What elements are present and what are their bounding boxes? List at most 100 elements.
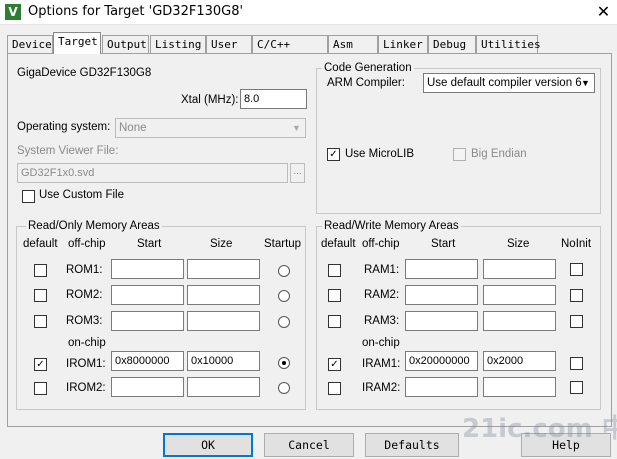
- close-icon[interactable]: ✕: [590, 0, 617, 24]
- rom2-start-input[interactable]: [111, 285, 184, 305]
- tab-output[interactable]: Output: [102, 35, 149, 53]
- ram-onchip-label: on-chip: [362, 337, 400, 349]
- rom1-startup-radio[interactable]: [278, 265, 290, 277]
- iram1-noinit-checkbox[interactable]: [570, 357, 583, 370]
- ram-header-size: Size: [507, 238, 530, 250]
- rom-header-start: Start: [137, 238, 162, 250]
- chevron-down-icon: ▼: [581, 78, 590, 88]
- ram2-default-checkbox[interactable]: [328, 289, 341, 302]
- ram-header-noinit: NoInit: [561, 238, 592, 250]
- irom1-label: IROM1:: [66, 358, 106, 370]
- ram-header-default: default: [321, 238, 356, 250]
- rom-header-offchip: off-chip: [68, 238, 106, 250]
- svd-input[interactable]: GD32F1x0.svd: [17, 163, 288, 183]
- iram2-size-input[interactable]: [483, 377, 556, 397]
- iram2-start-input[interactable]: [405, 377, 478, 397]
- ram2-start-input[interactable]: [405, 285, 478, 305]
- compiler-select[interactable]: Use default compiler version 6 ▼: [423, 73, 595, 93]
- rom3-startup-radio[interactable]: [278, 316, 290, 328]
- iram1-start-input[interactable]: 0x20000000: [405, 351, 478, 371]
- ram-group-title: Read/Write Memory Areas: [322, 220, 461, 232]
- ram2-label: RAM2:: [364, 289, 400, 301]
- os-value: None: [119, 122, 147, 134]
- ok-button[interactable]: OK: [163, 433, 253, 457]
- iram2-label: IRAM2:: [362, 382, 401, 394]
- rom-header-startup: Startup: [264, 238, 302, 250]
- device-name: GigaDevice GD32F130G8: [17, 67, 152, 79]
- rom-onchip-label: on-chip: [68, 337, 106, 349]
- iram2-noinit-checkbox[interactable]: [570, 381, 583, 394]
- rom-header-default: default: [23, 238, 58, 250]
- irom2-label: IROM2:: [66, 382, 106, 394]
- rom3-label: ROM3:: [66, 315, 103, 327]
- custom-file-label: Use Custom File: [39, 189, 124, 201]
- rom1-default-checkbox[interactable]: [34, 264, 47, 277]
- irom2-startup-radio[interactable]: [278, 382, 290, 394]
- irom1-start-input[interactable]: 0x8000000: [111, 351, 184, 371]
- ram1-label: RAM1:: [364, 264, 400, 276]
- tab-utilities[interactable]: Utilities: [476, 35, 541, 53]
- irom2-size-input[interactable]: [187, 377, 260, 397]
- tab-user[interactable]: User: [206, 35, 252, 53]
- ram3-start-input[interactable]: [405, 311, 478, 331]
- ram3-noinit-checkbox[interactable]: [570, 315, 583, 328]
- ram1-noinit-checkbox[interactable]: [570, 263, 583, 276]
- xtal-input[interactable]: 8.0: [240, 89, 307, 109]
- ram-header-offchip: off-chip: [362, 238, 400, 250]
- microlib-label: Use MicroLIB: [345, 148, 415, 160]
- cancel-button[interactable]: Cancel: [264, 433, 354, 457]
- rom2-size-input[interactable]: [187, 285, 260, 305]
- rom1-label: ROM1:: [66, 264, 103, 276]
- rom-group-title: Read/Only Memory Areas: [26, 220, 162, 232]
- rom2-startup-radio[interactable]: [278, 290, 290, 302]
- tab-linker[interactable]: Linker: [378, 35, 428, 53]
- tab-target[interactable]: Target: [53, 32, 101, 54]
- os-label: Operating system:: [17, 121, 111, 133]
- tab-device[interactable]: Device: [7, 35, 53, 53]
- tab-asm[interactable]: Asm: [328, 35, 378, 53]
- rom3-start-input[interactable]: [111, 311, 184, 331]
- keil-uvision-icon: V: [5, 4, 21, 20]
- rom3-default-checkbox[interactable]: [34, 315, 47, 328]
- iram2-default-checkbox[interactable]: [328, 382, 341, 395]
- iram1-size-input[interactable]: 0x2000: [483, 351, 556, 371]
- ram1-start-input[interactable]: [405, 259, 478, 279]
- tab-c-cpp[interactable]: C/C++ (AC6): [252, 35, 328, 68]
- defaults-button[interactable]: Defaults: [365, 433, 459, 457]
- microlib-checkbox[interactable]: ✓: [327, 148, 340, 161]
- watermark: 21ic.com 中国电子网: [462, 414, 617, 444]
- irom2-default-checkbox[interactable]: [34, 382, 47, 395]
- rom-header-size: Size: [210, 238, 233, 250]
- big-endian-label: Big Endian: [471, 148, 527, 160]
- ram3-size-input[interactable]: [483, 311, 556, 331]
- code-generation-title: Code Generation: [322, 62, 414, 74]
- tab-listing[interactable]: Listing: [150, 35, 206, 53]
- iram1-default-checkbox[interactable]: ✓: [328, 358, 341, 371]
- rom1-start-input[interactable]: [111, 259, 184, 279]
- os-select[interactable]: None ▼: [115, 118, 306, 138]
- svd-browse-button[interactable]: ...: [290, 163, 305, 183]
- ram2-noinit-checkbox[interactable]: [570, 289, 583, 302]
- custom-file-checkbox[interactable]: [22, 190, 35, 203]
- ram1-default-checkbox[interactable]: [328, 264, 341, 277]
- rom3-size-input[interactable]: [187, 311, 260, 331]
- rom2-default-checkbox[interactable]: [34, 289, 47, 302]
- chevron-down-icon: ▼: [292, 123, 301, 133]
- big-endian-checkbox[interactable]: [453, 148, 466, 161]
- svd-label: System Viewer File:: [17, 145, 119, 157]
- tab-debug[interactable]: Debug: [428, 35, 476, 53]
- iram1-label: IRAM1:: [362, 358, 401, 370]
- ram2-size-input[interactable]: [483, 285, 556, 305]
- irom2-start-input[interactable]: [111, 377, 184, 397]
- irom1-startup-radio[interactable]: [278, 357, 290, 369]
- irom1-size-input[interactable]: 0x10000: [187, 351, 260, 371]
- ram1-size-input[interactable]: [483, 259, 556, 279]
- ram3-label: RAM3:: [364, 315, 400, 327]
- rom2-label: ROM2:: [66, 289, 103, 301]
- compiler-label: ARM Compiler:: [327, 77, 405, 89]
- ram3-default-checkbox[interactable]: [328, 315, 341, 328]
- xtal-label: Xtal (MHz):: [181, 94, 239, 106]
- window-title: Options for Target 'GD32F130G8': [28, 4, 244, 19]
- rom1-size-input[interactable]: [187, 259, 260, 279]
- irom1-default-checkbox[interactable]: ✓: [34, 358, 47, 371]
